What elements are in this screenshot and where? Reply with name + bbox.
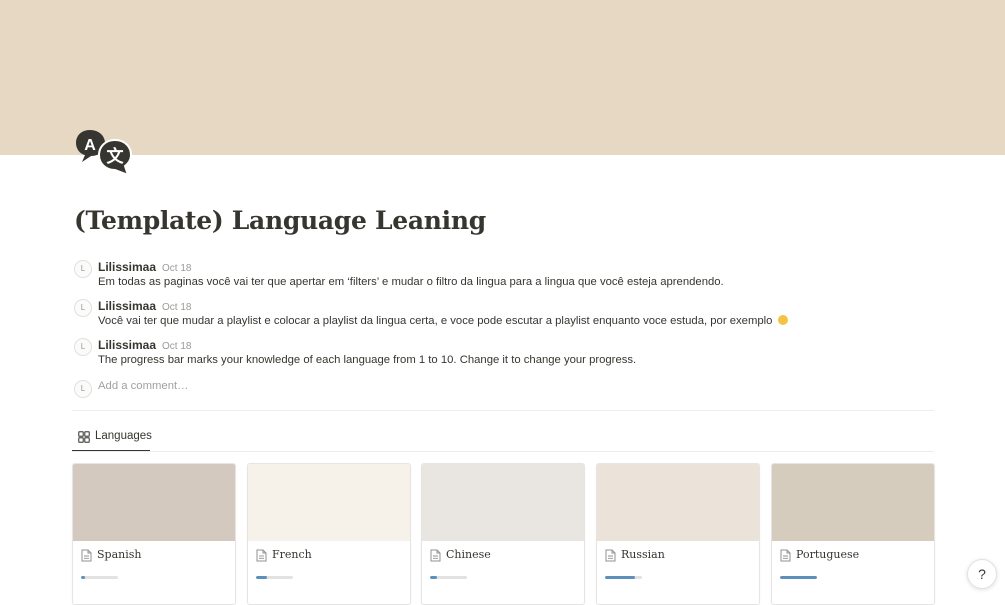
language-card[interactable]: French — [247, 463, 411, 605]
card-title[interactable]: Russian — [621, 548, 665, 561]
svg-text:A: A — [84, 137, 96, 154]
language-card[interactable]: Portuguese — [771, 463, 935, 605]
tabs-divider — [72, 451, 934, 452]
avatar: L — [74, 338, 92, 356]
card-cover — [422, 464, 584, 541]
comment-author[interactable]: Lilissimaa — [98, 299, 156, 313]
progress-fill — [430, 576, 438, 579]
tab-languages[interactable]: Languages — [72, 428, 152, 452]
progress-fill — [780, 576, 817, 579]
svg-text:文: 文 — [107, 146, 125, 167]
progress-fill — [605, 576, 635, 579]
divider — [72, 410, 934, 411]
card-cover — [772, 464, 934, 541]
comment-text: The progress bar marks your knowledge of… — [98, 354, 637, 366]
language-card[interactable]: Russian — [596, 463, 760, 605]
language-card[interactable]: Spanish — [72, 463, 236, 605]
page-icon — [256, 549, 267, 562]
card-title[interactable]: Spanish — [97, 548, 141, 561]
language-card[interactable]: Chinese — [421, 463, 585, 605]
progress-fill — [81, 576, 85, 579]
page-cover[interactable] — [0, 0, 1005, 155]
comment-author[interactable]: Lilissimaa — [98, 338, 156, 352]
comment-text: Em todas as paginas você vai ter que ape… — [98, 276, 724, 288]
progress-bar — [256, 576, 293, 579]
comment-date: Oct 18 — [162, 341, 192, 352]
tab-label: Languages — [95, 430, 152, 442]
add-comment-row: L — [74, 380, 474, 398]
progress-bar — [81, 576, 118, 579]
avatar: L — [74, 299, 92, 317]
comment-author[interactable]: Lilissimaa — [98, 260, 156, 274]
progress-fill — [256, 576, 268, 579]
comment-text: Você vai ter que mudar a playlist e colo… — [98, 315, 773, 327]
help-button[interactable]: ? — [967, 559, 997, 589]
language-translate-icon[interactable]: A 文 — [74, 128, 134, 178]
card-title[interactable]: Portuguese — [796, 548, 859, 561]
card-title[interactable]: French — [272, 548, 312, 561]
smiling-face-emoji-icon — [777, 315, 788, 325]
page-icon — [81, 549, 92, 562]
gallery-grid-icon — [78, 431, 90, 443]
page-icon — [430, 549, 441, 562]
card-cover — [73, 464, 235, 541]
page-icon — [605, 549, 616, 562]
page-title[interactable]: (Template) Language Leaning — [74, 206, 486, 235]
card-cover — [597, 464, 759, 541]
avatar: L — [74, 380, 92, 398]
card-title[interactable]: Chinese — [446, 548, 491, 561]
progress-bar — [605, 576, 642, 579]
progress-bar — [430, 576, 467, 579]
avatar: L — [74, 260, 92, 278]
comment-date: Oct 18 — [162, 263, 192, 274]
add-comment-input[interactable] — [98, 380, 398, 392]
card-cover — [248, 464, 410, 541]
page-icon — [780, 549, 791, 562]
comment-date: Oct 18 — [162, 302, 192, 313]
progress-bar — [780, 576, 817, 579]
